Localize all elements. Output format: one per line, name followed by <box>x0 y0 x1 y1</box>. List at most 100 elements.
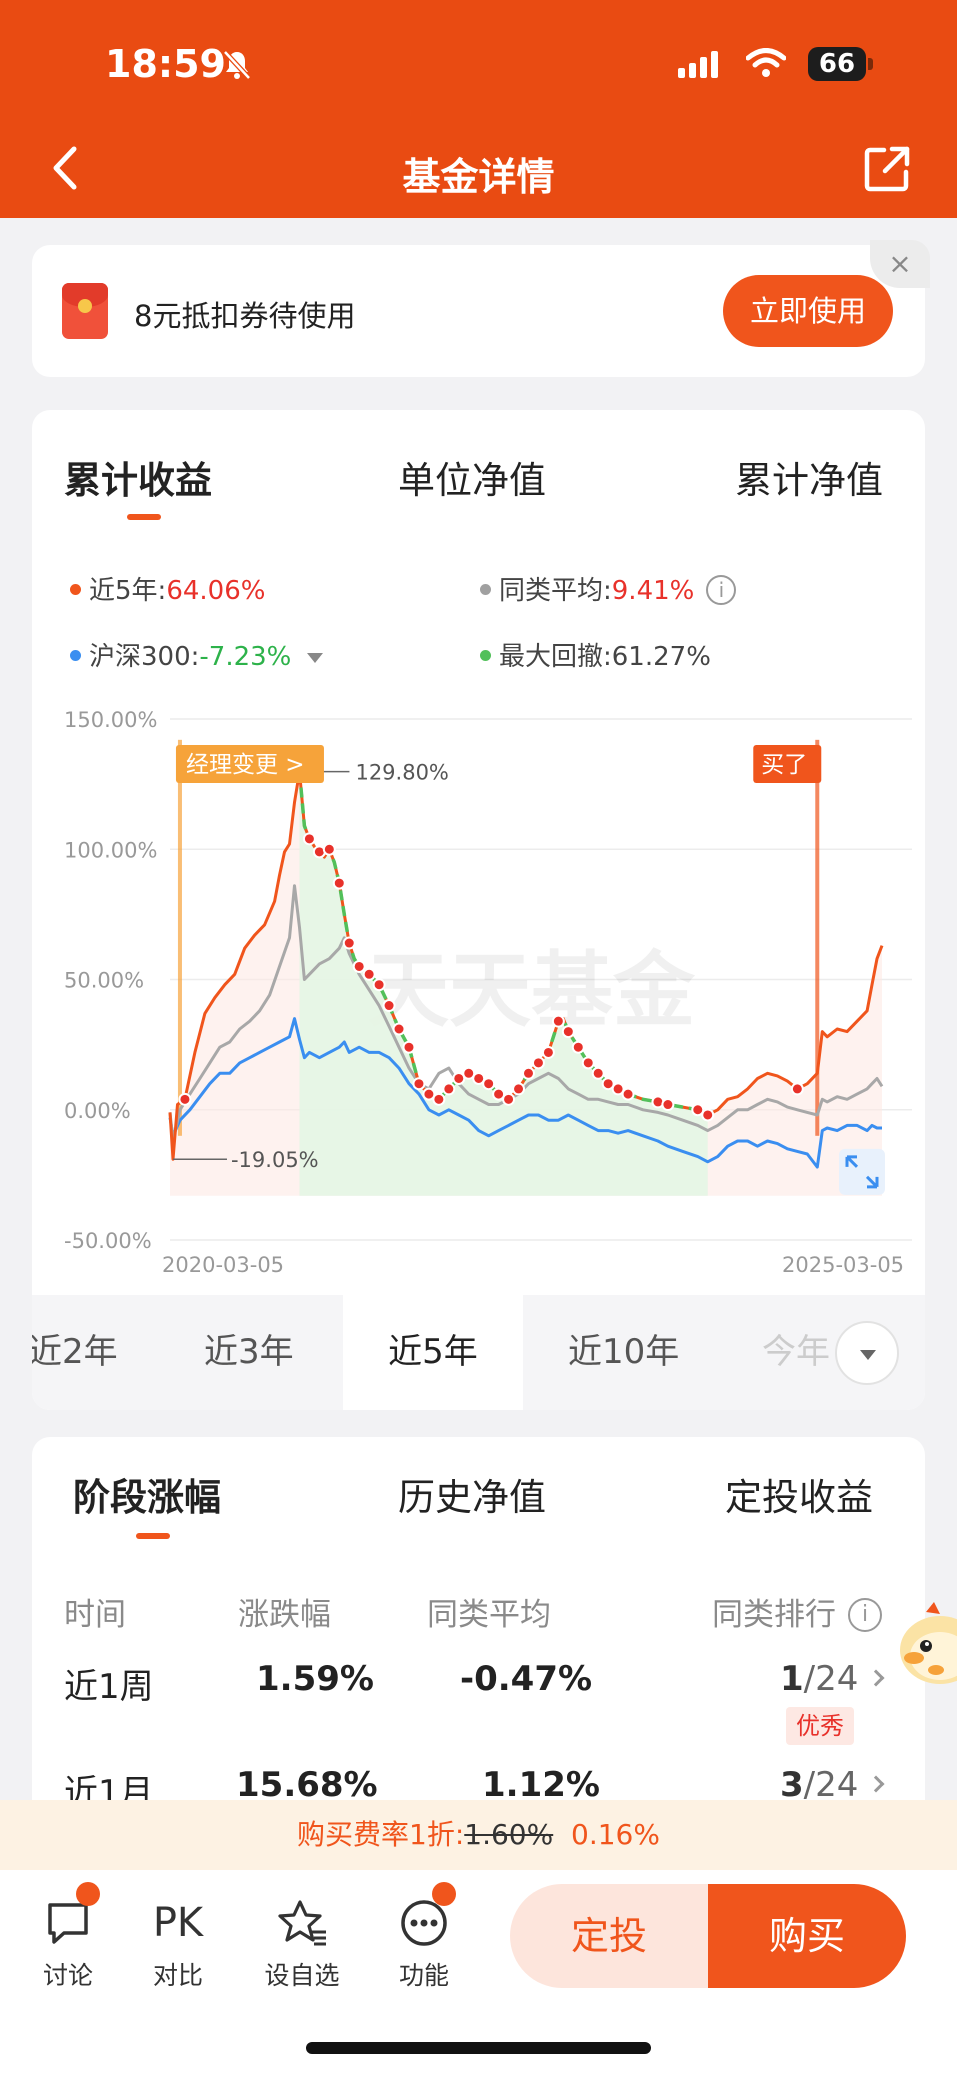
tab-cumulative-nav[interactable]: 累计净值 <box>735 450 883 504</box>
y-tick-label: -50.00% <box>64 1229 152 1253</box>
stage-card: 阶段涨幅 历史净值 定投收益 时间 涨跌幅 同类平均 同类排行 i 近1周 1.5… <box>32 1437 925 1817</box>
battery-indicator: 66 <box>808 47 866 81</box>
red-envelope-icon <box>62 283 108 339</box>
trade-point <box>402 1040 416 1054</box>
tab-history-nav[interactable]: 历史净值 <box>398 1467 546 1521</box>
tab-stage-change[interactable]: 阶段涨幅 <box>73 1467 221 1521</box>
add-favorite-button[interactable]: 设自选 <box>252 1890 352 1992</box>
y-tick-label: 100.00% <box>64 838 157 862</box>
trade-point <box>502 1092 516 1106</box>
trade-point <box>531 1056 545 1070</box>
header-change: 涨跌幅 <box>238 1597 331 1633</box>
period-more-button[interactable] <box>835 1321 899 1385</box>
coupon-close-icon[interactable]: × <box>870 240 930 288</box>
info-icon[interactable]: i <box>706 574 737 605</box>
pk-icon: PK <box>152 1900 204 1946</box>
trade-point <box>362 967 376 981</box>
return-chart[interactable]: 150.00% 100.00% 50.00% 0.00% -50.00% 天天基金 129.… <box>32 690 925 1290</box>
compare-label: 对比 <box>152 1961 203 1990</box>
header-rank-label: 同类排行 <box>712 1597 836 1633</box>
bottom-action-bar: 讨论 PK 对比 设自选 功能 定投 购买 <box>0 1870 957 2073</box>
coupon-banner: 8元抵扣券待使用 立即使用 × <box>32 240 930 377</box>
trade-point <box>701 1108 715 1122</box>
trade-point <box>661 1098 675 1112</box>
rank-info-icon[interactable]: i <box>848 1597 882 1632</box>
trade-point <box>392 1022 406 1036</box>
legend-fund-dot <box>70 584 81 595</box>
row1-rank[interactable]: 1/24 <box>780 1659 885 1699</box>
period-2y[interactable]: 近2年 <box>32 1295 118 1410</box>
use-coupon-button[interactable]: 立即使用 <box>723 275 893 347</box>
trade-point <box>591 1066 605 1080</box>
discuss-button[interactable]: 讨论 <box>18 1890 118 1992</box>
legend-index[interactable]: 沪深300:-7.23% <box>70 636 324 673</box>
mascot-icon[interactable] <box>896 1600 957 1698</box>
bought-label: 买了 <box>761 752 807 778</box>
page-title: 基金详情 <box>402 155 555 199</box>
trade-point <box>551 1014 565 1028</box>
min-label: -19.05% <box>231 1148 319 1172</box>
header-period: 时间 <box>64 1597 126 1633</box>
tab-cumulative-return[interactable]: 累计收益 <box>64 450 212 504</box>
x-end-label: 2025-03-05 <box>782 1253 904 1277</box>
add-favorite-label: 设自选 <box>264 1961 340 1990</box>
period-selector: 近2年 近3年 近5年 近10年 今年 <box>32 1295 925 1410</box>
bell-muted-icon <box>222 49 252 85</box>
buy-button[interactable]: 购买 <box>708 1884 906 1988</box>
row2-avg: 1.12% <box>482 1765 600 1805</box>
star-icon <box>252 1890 352 1956</box>
max-label: 129.80% <box>355 761 448 785</box>
legend-fund: 近5年:64.06% <box>70 570 265 607</box>
row2-rank[interactable]: 3/24 <box>780 1765 885 1805</box>
legend-fund-value: 64.06% <box>166 576 266 606</box>
home-indicator <box>306 2042 651 2054</box>
chevron-right-icon <box>867 1775 885 1792</box>
top-header: 18:59 66 基金详情 <box>0 0 957 218</box>
legend-drawdown-dot <box>480 650 491 661</box>
share-icon[interactable] <box>864 146 910 196</box>
legend-avg-label: 同类平均: <box>499 576 612 606</box>
fee-prefix: 购买费率1折: <box>297 1818 465 1851</box>
manager-change-label: 经理变更 > <box>186 752 305 778</box>
period-5y[interactable]: 近5年 <box>343 1295 523 1410</box>
fee-old: 1.60% <box>464 1818 554 1851</box>
tab-unit-nav[interactable]: 单位净值 <box>398 450 546 504</box>
trade-point <box>342 936 356 950</box>
compare-button[interactable]: PK 对比 <box>128 1890 228 1992</box>
legend-avg: 同类平均:9.41% i <box>480 570 737 607</box>
battery-tip <box>868 58 873 70</box>
trade-point <box>790 1082 804 1096</box>
legend-avg-dot <box>480 584 491 595</box>
trade-point <box>352 959 366 973</box>
chevron-down-icon[interactable] <box>307 652 324 663</box>
row1-avg: -0.47% <box>460 1659 593 1699</box>
period-10y[interactable]: 近10年 <box>568 1295 679 1410</box>
period-3y[interactable]: 近3年 <box>204 1295 294 1410</box>
period-ytd[interactable]: 今年 <box>762 1295 830 1410</box>
sip-button[interactable]: 定投 <box>510 1884 708 1988</box>
legend-drawdown-label: 最大回撤: <box>499 642 612 672</box>
trade-point <box>442 1082 456 1096</box>
trade-point <box>541 1045 555 1059</box>
row2-change: 15.68% <box>236 1765 378 1805</box>
tab-sip-return[interactable]: 定投收益 <box>725 1467 873 1521</box>
header-avg: 同类平均 <box>427 1597 551 1633</box>
chevron-right-icon <box>867 1669 885 1686</box>
legend-index-value: -7.23% <box>199 642 292 672</box>
legend-avg-value: 9.41% <box>611 576 695 606</box>
expand-icon[interactable] <box>839 1148 885 1195</box>
row1-period: 近1周 <box>64 1667 154 1707</box>
trade-point <box>482 1077 496 1091</box>
functions-button[interactable]: 功能 <box>374 1890 474 1992</box>
trade-point <box>512 1082 526 1096</box>
cellular-signal-icon <box>678 50 728 82</box>
trade-point <box>322 842 336 856</box>
chart-card: 累计收益 单位净值 累计净值 近5年:64.06% 同类平均:9.41% i 沪深… <box>32 410 925 1410</box>
trade-point <box>382 999 396 1013</box>
more-icon <box>374 1890 474 1956</box>
trade-point <box>332 876 346 890</box>
rank-badge: 优秀 <box>786 1707 854 1745</box>
trade-point <box>581 1056 595 1070</box>
header-rank: 同类排行 i <box>712 1589 882 1634</box>
row1-rank-total: /24 <box>803 1659 859 1699</box>
